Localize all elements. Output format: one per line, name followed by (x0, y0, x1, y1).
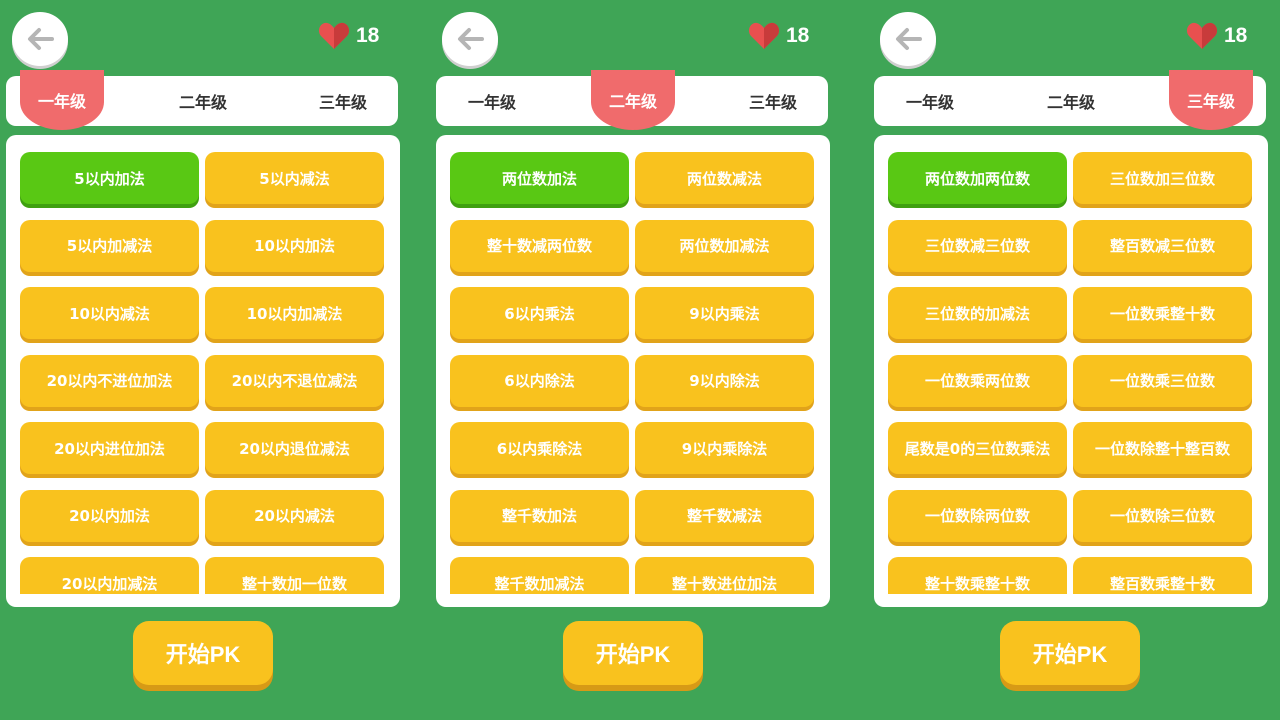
topic-button[interactable]: 整百数乘整十数 (1073, 557, 1252, 594)
start-pk-button[interactable]: 开始PK (563, 621, 703, 685)
topic-button[interactable]: 整十数加一位数 (205, 557, 384, 594)
hearts-count: 18 (786, 24, 810, 47)
topic-button[interactable]: 5以内加法 (20, 152, 199, 204)
topic-button[interactable]: 两位数减法 (635, 152, 814, 204)
topic-button[interactable]: 6以内乘除法 (450, 422, 629, 474)
tab-grade-2[interactable]: 二年级 (591, 70, 675, 130)
topic-list-scroll[interactable]: 两位数加法 两位数减法 整十数减两位数 两位数加减法 6以内乘法 9以内乘法 6以内除法 9以… (436, 135, 830, 594)
topic-button[interactable]: 10以内加减法 (205, 287, 384, 339)
grade-tabs: 一年级 二年级 三年级 (436, 70, 828, 130)
topic-button[interactable]: 6以内乘法 (450, 287, 629, 339)
topic-list: 5以内加法 5以内减法 5以内加减法 10以内加法 10以内减法 10以内加减法 20以内不… (6, 135, 400, 607)
tab-grade-3[interactable]: 三年级 (301, 76, 385, 126)
tab-grade-1[interactable]: 一年级 (888, 76, 972, 126)
start-pk-button[interactable]: 开始PK (133, 621, 273, 685)
topic-button[interactable]: 5以内减法 (205, 152, 384, 204)
topic-button[interactable]: 三位数的加减法 (888, 287, 1067, 339)
topic-button[interactable]: 10以内减法 (20, 287, 199, 339)
topic-button[interactable]: 三位数减三位数 (888, 219, 1067, 272)
heart-icon (1186, 22, 1218, 49)
topic-button[interactable]: 20以内不退位减法 (205, 354, 384, 407)
tab-grade-3[interactable]: 三年级 (1169, 70, 1253, 130)
tab-grade-1[interactable]: 一年级 (20, 70, 104, 130)
hearts-counter: 18 (318, 22, 379, 50)
topic-button[interactable]: 20以内不进位加法 (20, 354, 199, 407)
tab-grade-1[interactable]: 一年级 (450, 76, 534, 126)
hearts-count: 18 (1224, 24, 1248, 47)
topic-button[interactable]: 一位数除整十整百数 (1073, 422, 1252, 474)
topic-button[interactable]: 整百数减三位数 (1073, 219, 1252, 272)
topic-button[interactable]: 9以内除法 (635, 354, 814, 407)
topic-button[interactable]: 20以内进位加法 (20, 422, 199, 474)
topic-button[interactable]: 整千数减法 (635, 489, 814, 542)
topic-button[interactable]: 一位数乘整十数 (1073, 287, 1252, 339)
topic-list-scroll[interactable]: 两位数加两位数 三位数加三位数 三位数减三位数 整百数减三位数 三位数的加减法 一位数乘整… (874, 135, 1268, 594)
tab-grade-2[interactable]: 二年级 (161, 76, 245, 126)
topic-button[interactable]: 整十数减两位数 (450, 219, 629, 272)
topic-button[interactable]: 一位数除三位数 (1073, 489, 1252, 542)
tab-grade-3[interactable]: 三年级 (731, 76, 815, 126)
start-pk-button[interactable]: 开始PK (1000, 621, 1140, 685)
topic-button[interactable]: 10以内加法 (205, 219, 384, 272)
topic-button[interactable]: 一位数除两位数 (888, 489, 1067, 542)
heart-icon (318, 22, 350, 49)
topic-list: 两位数加两位数 三位数加三位数 三位数减三位数 整百数减三位数 三位数的加减法 一位数乘整… (874, 135, 1268, 607)
grade-tabs: 一年级 二年级 三年级 (874, 70, 1266, 130)
topic-list: 两位数加法 两位数减法 整十数减两位数 两位数加减法 6以内乘法 9以内乘法 6以内除法 9以… (436, 135, 830, 607)
arrow-left-icon (896, 28, 922, 50)
topic-button[interactable]: 20以内减法 (205, 489, 384, 542)
tab-grade-2[interactable]: 二年级 (1029, 76, 1113, 126)
topic-button[interactable]: 整千数加法 (450, 489, 629, 542)
topic-button[interactable]: 9以内乘法 (635, 287, 814, 339)
hearts-counter: 18 (1186, 22, 1247, 50)
topic-button[interactable]: 一位数乘三位数 (1073, 354, 1252, 407)
topic-button[interactable]: 9以内乘除法 (635, 422, 814, 474)
back-button[interactable] (442, 12, 498, 66)
topic-list-scroll[interactable]: 5以内加法 5以内减法 5以内加减法 10以内加法 10以内减法 10以内加减法 20以内不… (6, 135, 400, 594)
topic-button[interactable]: 20以内加减法 (20, 557, 199, 594)
topic-button[interactable]: 20以内加法 (20, 489, 199, 542)
grade-panel: 18 一年级 二年级 三年级 5以内加法 5以内减法 5以内加减法 10以内加法 10以内减法 1… (0, 0, 404, 720)
topic-button[interactable]: 一位数乘两位数 (888, 354, 1067, 407)
topic-button[interactable]: 两位数加两位数 (888, 152, 1067, 204)
arrow-left-icon (458, 28, 484, 50)
topic-button[interactable]: 6以内除法 (450, 354, 629, 407)
topic-button[interactable]: 两位数加法 (450, 152, 629, 204)
topic-button[interactable]: 两位数加减法 (635, 219, 814, 272)
back-button[interactable] (880, 12, 936, 66)
topic-button[interactable]: 整千数加减法 (450, 557, 629, 594)
topic-button[interactable]: 5以内加减法 (20, 219, 199, 272)
topic-button[interactable]: 20以内退位减法 (205, 422, 384, 474)
topic-button[interactable]: 尾数是0的三位数乘法 (888, 422, 1067, 474)
topic-button[interactable]: 整十数进位加法 (635, 557, 814, 594)
grade-panel: 18 一年级 二年级 三年级 两位数加法 两位数减法 整十数减两位数 两位数加减法 6以内乘法 9… (430, 0, 834, 720)
topic-button[interactable]: 三位数加三位数 (1073, 152, 1252, 204)
grade-panel: 18 一年级 二年级 三年级 两位数加两位数 三位数加三位数 三位数减三位数 整百数减三位数三… (868, 0, 1272, 720)
hearts-counter: 18 (748, 22, 809, 50)
arrow-left-icon (28, 28, 54, 50)
grade-tabs: 一年级 二年级 三年级 (6, 70, 398, 130)
topic-button[interactable]: 整十数乘整十数 (888, 557, 1067, 594)
back-button[interactable] (12, 12, 68, 66)
hearts-count: 18 (356, 24, 380, 47)
heart-icon (748, 22, 780, 49)
